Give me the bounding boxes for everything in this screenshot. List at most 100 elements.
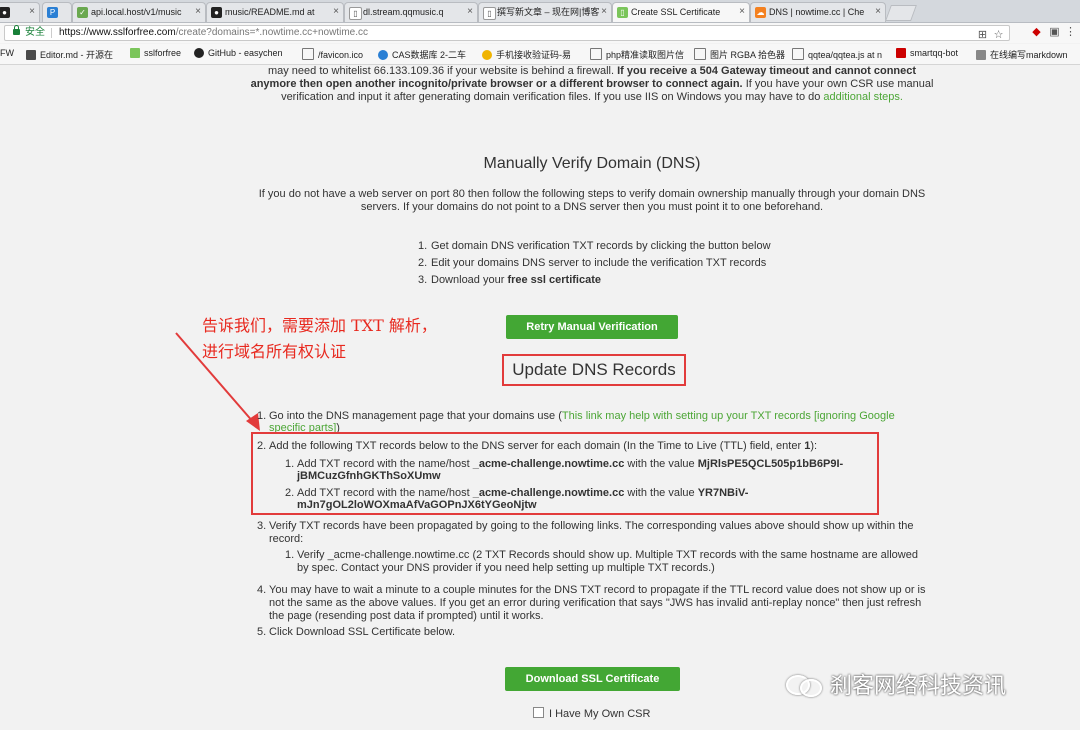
sub-list-number: 1. bbox=[285, 458, 295, 470]
bookmark-item[interactable]: /favicon.ico bbox=[302, 48, 363, 60]
annotation-arrow bbox=[175, 332, 260, 431]
step-number: 2. bbox=[418, 257, 428, 269]
intro-text: If you have your own CSR use manual bbox=[745, 78, 934, 90]
list-text: Add the following TXT records below to t… bbox=[269, 440, 802, 452]
tab-music-readme[interactable]: ● music/README.md at × bbox=[206, 2, 344, 22]
list-number: 1. bbox=[257, 410, 267, 422]
tab-api-local[interactable]: ✓ api.local.host/v1/music × bbox=[72, 2, 206, 22]
toolbar: 安全 https://www.sslforfree.com/create?dom… bbox=[0, 23, 1080, 43]
sub-list-number: 2. bbox=[285, 487, 295, 499]
txt-value: jBMCuzGfnhGKThSoXUmw bbox=[297, 470, 441, 482]
list-item-4-cont: the page (resending post data if prompte… bbox=[269, 610, 544, 622]
bookmark-item[interactable]: CAS数据库 2-二车 bbox=[378, 48, 466, 61]
intro-text: may need to whitelist 66.133.109.36 if y… bbox=[267, 65, 615, 77]
tab-dns-nowtime[interactable]: ☁ DNS | nowtime.cc | Che × bbox=[750, 2, 886, 22]
verify-dns-link-cont[interactable]: by spec. Contact your DNS provider if yo… bbox=[297, 562, 715, 575]
list-number: 5. bbox=[257, 626, 267, 638]
tab-dl-stream[interactable]: ▯ dl.stream.qqmusic.q × bbox=[344, 2, 478, 22]
verify-dns-link[interactable]: Verify _acme-challenge.nowtime.cc (2 TXT… bbox=[297, 549, 918, 562]
qr-icon bbox=[976, 50, 986, 60]
list-item-4: You may have to wait a minute to a coupl… bbox=[269, 584, 926, 596]
bookmark-item[interactable]: 在线编写markdown bbox=[976, 48, 1068, 61]
bookmark-icon bbox=[482, 50, 492, 60]
download-ssl-button[interactable]: Download SSL Certificate bbox=[505, 667, 680, 691]
wechat-icon bbox=[786, 671, 822, 697]
list-item-2: Add the following TXT records below to t… bbox=[269, 440, 817, 453]
step-bold: free ssl certificate bbox=[507, 274, 601, 286]
list-number: 4. bbox=[257, 584, 267, 596]
tab-label: Create SSL Certificate bbox=[631, 7, 721, 17]
close-icon[interactable]: × bbox=[333, 3, 339, 21]
close-icon[interactable]: × bbox=[29, 3, 35, 21]
intro-line-3: verification and input it after generati… bbox=[0, 91, 1080, 104]
list-text: Add TXT record with the name/host bbox=[297, 458, 470, 470]
txt-value: mJn7gOL2loWOXmaAfVaGOPnJX6tYGeoNjtw bbox=[297, 499, 537, 511]
list-text: ): bbox=[810, 440, 818, 452]
star-icon[interactable]: ☆ bbox=[992, 29, 1005, 42]
menu-icon[interactable]: ⋮ bbox=[1064, 26, 1077, 39]
bookmark-item[interactable]: smartqq-bot bbox=[896, 48, 958, 58]
address-bar[interactable]: 安全 https://www.sslforfree.com/create?dom… bbox=[4, 25, 1010, 41]
close-icon[interactable]: × bbox=[739, 3, 745, 21]
tab-p[interactable]: P bbox=[42, 2, 72, 22]
bookmark-item[interactable]: 图片 RGBA 拾色器 bbox=[694, 48, 785, 61]
close-icon[interactable]: × bbox=[875, 3, 881, 21]
cloudflare-icon: ☁ bbox=[755, 7, 766, 18]
close-icon[interactable]: × bbox=[601, 3, 607, 21]
bookmark-icon bbox=[26, 50, 36, 60]
tab-github[interactable]: ● × bbox=[0, 2, 40, 22]
txt-value: MjRlsPE5QCL505p1bB6P9I- bbox=[697, 458, 844, 470]
step-item: Get domain DNS verification TXT records … bbox=[431, 240, 771, 252]
list-item-5: Click Download SSL Certificate below. bbox=[269, 626, 456, 638]
step-item: Download your free ssl certificate bbox=[431, 274, 601, 287]
bookmark-item[interactable]: php精准读取图片信 bbox=[590, 48, 684, 61]
intro-bold: If you receive a 504 Gateway timeout and… bbox=[617, 65, 917, 77]
step-number: 1. bbox=[418, 240, 428, 252]
url-main: https://www.sslforfree.com bbox=[59, 27, 176, 38]
cas-icon bbox=[378, 50, 388, 60]
close-icon[interactable]: × bbox=[467, 3, 473, 21]
url-text: https://www.sslforfree.com/create?domain… bbox=[59, 26, 368, 40]
bookmark-item[interactable]: qqtea/qqtea.js at n bbox=[792, 48, 882, 60]
sub-list-number: 1. bbox=[285, 549, 295, 561]
github-icon: ● bbox=[0, 7, 10, 18]
bookmark-item[interactable]: sslforfree bbox=[130, 48, 181, 58]
new-tab-button[interactable] bbox=[885, 5, 917, 21]
own-csr-checkbox[interactable] bbox=[533, 707, 544, 718]
close-icon[interactable]: × bbox=[195, 3, 201, 21]
translate-icon[interactable]: ⊞ bbox=[976, 29, 989, 42]
bookmark-item[interactable]: Editor.md - 开源在 bbox=[26, 48, 113, 61]
bookmarks-bar: FW Editor.md - 开源在 sslforfree GitHub - e… bbox=[0, 44, 1080, 65]
extension-icon[interactable]: ◆ bbox=[1030, 26, 1043, 39]
intro-line-2: anymore then open another incognito/priv… bbox=[0, 78, 1080, 91]
intro-line-1: may need to whitelist 66.133.109.36 if y… bbox=[0, 65, 1080, 78]
txt-value: YR7NBiV- bbox=[697, 487, 749, 499]
doc-icon bbox=[590, 48, 602, 60]
tab-blog[interactable]: ▯ 撰写新文章 – 现在网|博客 × bbox=[478, 2, 612, 22]
txt-records-help-link[interactable]: This link may help with setting up your … bbox=[562, 410, 895, 422]
divider bbox=[51, 28, 52, 38]
extension-icon[interactable]: ▣ bbox=[1048, 26, 1061, 39]
list-text: with the value bbox=[627, 487, 695, 499]
list-item-3: Verify TXT records have been propagated … bbox=[269, 520, 914, 532]
tab-create-ssl[interactable]: ▯ Create SSL Certificate × bbox=[612, 2, 750, 22]
retry-verification-button[interactable]: Retry Manual Verification bbox=[506, 315, 678, 339]
github-icon: ● bbox=[211, 7, 222, 18]
p-icon: P bbox=[47, 7, 58, 18]
bookmark-item[interactable]: 手机接收验证码-易 bbox=[482, 48, 571, 61]
bookmark-icon bbox=[130, 48, 140, 58]
list-item-4-cont: not the same as the above values. If you… bbox=[269, 597, 922, 609]
tab-label: dl.stream.qqmusic.q bbox=[363, 7, 444, 17]
intro-bold: anymore then open another incognito/priv… bbox=[250, 78, 743, 90]
github-icon bbox=[194, 48, 204, 58]
additional-steps-link[interactable]: additional steps. bbox=[823, 91, 903, 103]
intro-text: verification and input it after generati… bbox=[281, 91, 821, 103]
watermark-text: 刹客网络科技资讯 bbox=[830, 674, 1007, 699]
own-csr-row: I Have My Own CSR bbox=[533, 707, 650, 720]
desc-line-1: If you do not have a web server on port … bbox=[258, 188, 926, 200]
doc-icon: ▯ bbox=[617, 7, 628, 18]
desc-line-2: servers. If your domains do not point to… bbox=[360, 201, 824, 213]
bookmark-item[interactable]: FW bbox=[0, 48, 14, 58]
list-text: with the value bbox=[627, 458, 695, 470]
bookmark-item[interactable]: GitHub - easychen bbox=[194, 48, 283, 58]
